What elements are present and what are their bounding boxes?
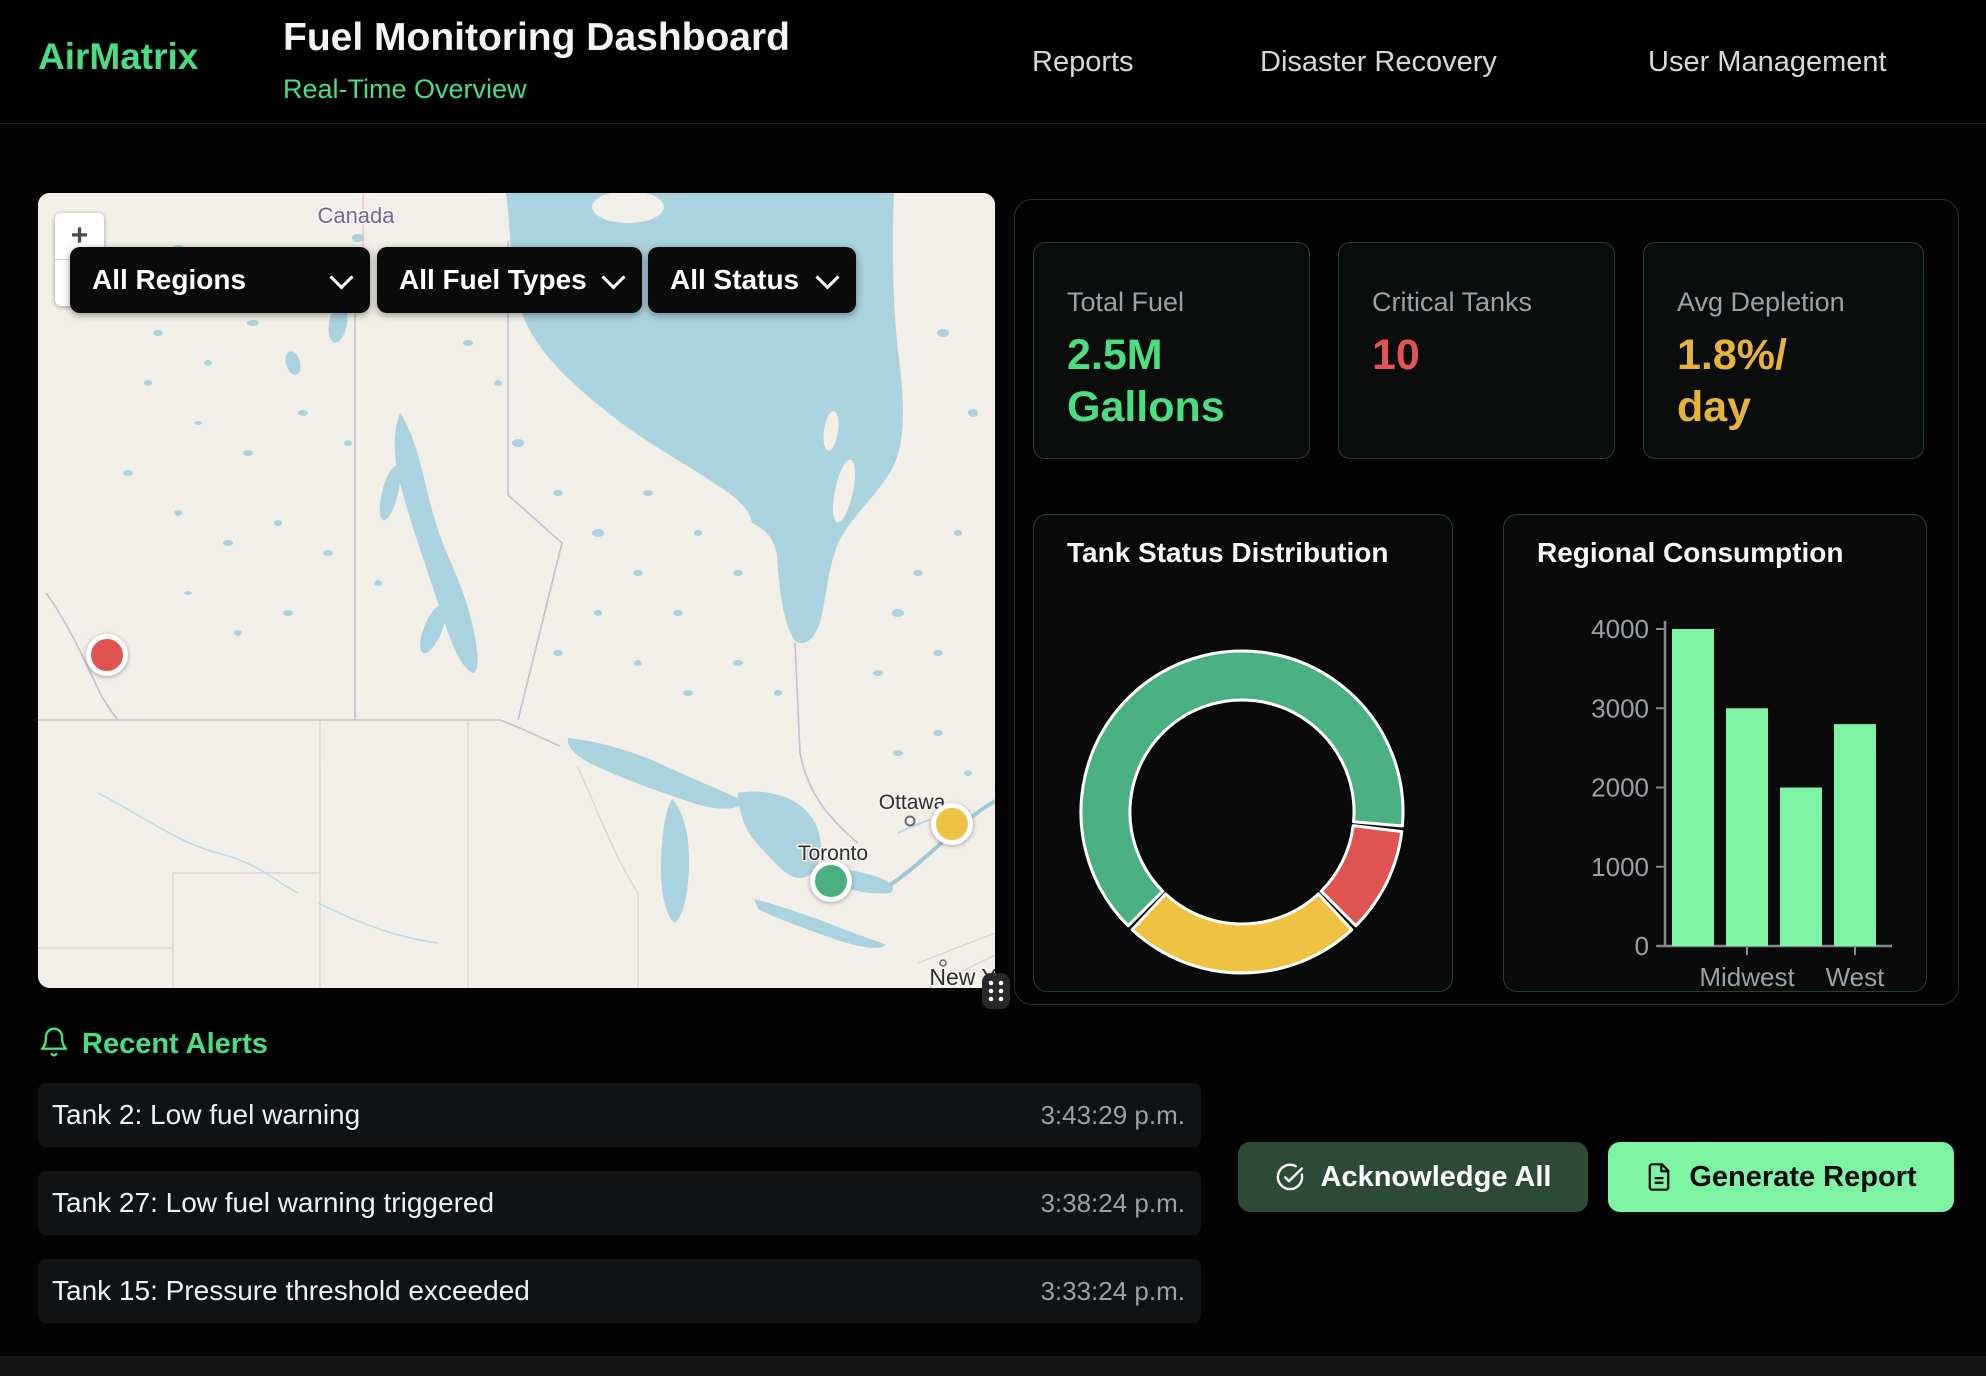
status-filter-value: All Status xyxy=(670,264,799,296)
nav-item-disaster-recovery[interactable]: Disaster Recovery xyxy=(1260,46,1497,79)
acknowledge-all-button[interactable]: Acknowledge All xyxy=(1238,1142,1588,1212)
y-axis-tick-label: 1000 xyxy=(1591,852,1649,882)
stat-value: 10 xyxy=(1372,329,1420,381)
alert-timestamp: 3:38:24 p.m. xyxy=(1040,1188,1185,1219)
map[interactable]: Canada Ottawa Toronto New York + − All R… xyxy=(38,193,995,988)
stat-label: Avg Depletion xyxy=(1677,287,1845,318)
stat-card-critical-tanks: Critical Tanks 10 xyxy=(1338,242,1615,459)
bar-3 xyxy=(1834,724,1876,946)
chevron-down-icon xyxy=(329,265,353,289)
map-marker-normal[interactable] xyxy=(810,860,852,902)
alert-timestamp: 3:33:24 p.m. xyxy=(1040,1276,1185,1307)
alert-row[interactable]: Tank 15: Pressure threshold exceeded 3:3… xyxy=(38,1259,1201,1323)
regional-consumption-chart-card: Regional Consumption 01000200030004000Mi… xyxy=(1503,514,1927,992)
bell-icon xyxy=(38,1024,70,1060)
bar-1 xyxy=(1726,708,1768,946)
top-nav: AirMatrix Fuel Monitoring Dashboard Real… xyxy=(0,0,1986,124)
page-subtitle: Real-Time Overview xyxy=(283,74,527,105)
stat-card-avg-depletion: Avg Depletion 1.8%/ day xyxy=(1643,242,1924,459)
map-marker-warning[interactable] xyxy=(931,803,973,845)
drag-dots-icon xyxy=(982,973,1010,1009)
bar-2 xyxy=(1780,788,1822,947)
alert-text: Tank 15: Pressure threshold exceeded xyxy=(52,1275,530,1307)
x-axis-tick-label: West xyxy=(1826,962,1886,992)
regional-consumption-bar-chart: 0 1000 2000 3000 4000 Midwest West xyxy=(1504,515,1928,993)
y-axis-tick-label: 3000 xyxy=(1591,693,1649,723)
document-icon xyxy=(1645,1162,1673,1192)
nav-item-reports[interactable]: Reports xyxy=(1032,46,1134,79)
map-marker-critical[interactable] xyxy=(86,634,128,676)
status-filter-dropdown[interactable]: All Status xyxy=(648,247,856,313)
y-axis-tick-label: 4000 xyxy=(1591,614,1649,644)
alert-text: Tank 27: Low fuel warning triggered xyxy=(52,1187,494,1219)
check-circle-icon xyxy=(1275,1162,1305,1192)
nav-item-user-management[interactable]: User Management xyxy=(1648,46,1887,79)
app-logo[interactable]: AirMatrix xyxy=(38,36,198,78)
stat-label: Total Fuel xyxy=(1067,287,1184,318)
alert-row[interactable]: Tank 2: Low fuel warning 3:43:29 p.m. xyxy=(38,1083,1201,1147)
bar-0 xyxy=(1672,629,1714,946)
map-resize-handle[interactable] xyxy=(982,973,1010,1009)
y-axis-tick-label: 0 xyxy=(1635,931,1649,961)
alert-row[interactable]: Tank 27: Low fuel warning triggered 3:38… xyxy=(38,1171,1201,1235)
fuel-type-filter-value: All Fuel Types xyxy=(399,264,587,296)
recent-alerts-title: Recent Alerts xyxy=(82,1028,268,1061)
stat-value: 2.5M Gallons xyxy=(1067,329,1225,434)
map-label-canada: Canada xyxy=(317,203,395,228)
page-title: Fuel Monitoring Dashboard xyxy=(283,16,790,60)
generate-report-button[interactable]: Generate Report xyxy=(1608,1142,1954,1212)
chevron-down-icon xyxy=(601,265,625,289)
acknowledge-all-label: Acknowledge All xyxy=(1321,1161,1552,1194)
region-filter-dropdown[interactable]: All Regions xyxy=(70,247,370,313)
dashboard-right-panel: Total Fuel 2.5M Gallons Critical Tanks 1… xyxy=(1014,199,1959,1005)
region-filter-value: All Regions xyxy=(92,264,246,296)
tank-status-chart-card: Tank Status Distribution xyxy=(1033,514,1453,992)
stat-card-total-fuel: Total Fuel 2.5M Gallons xyxy=(1033,242,1310,459)
alert-text: Tank 2: Low fuel warning xyxy=(52,1099,360,1131)
fuel-type-filter-dropdown[interactable]: All Fuel Types xyxy=(377,247,642,313)
x-axis-tick-label: Midwest xyxy=(1699,962,1795,992)
generate-report-label: Generate Report xyxy=(1689,1161,1916,1194)
alert-timestamp: 3:43:29 p.m. xyxy=(1040,1100,1185,1131)
chevron-down-icon xyxy=(815,265,839,289)
stat-value: 1.8%/ day xyxy=(1677,329,1787,434)
y-axis-tick-label: 2000 xyxy=(1591,773,1649,803)
stat-label: Critical Tanks xyxy=(1372,287,1532,318)
tank-status-donut-chart xyxy=(1034,515,1454,993)
bottom-edge-strip xyxy=(0,1356,1986,1376)
donut-segment-yellow xyxy=(1132,894,1352,973)
